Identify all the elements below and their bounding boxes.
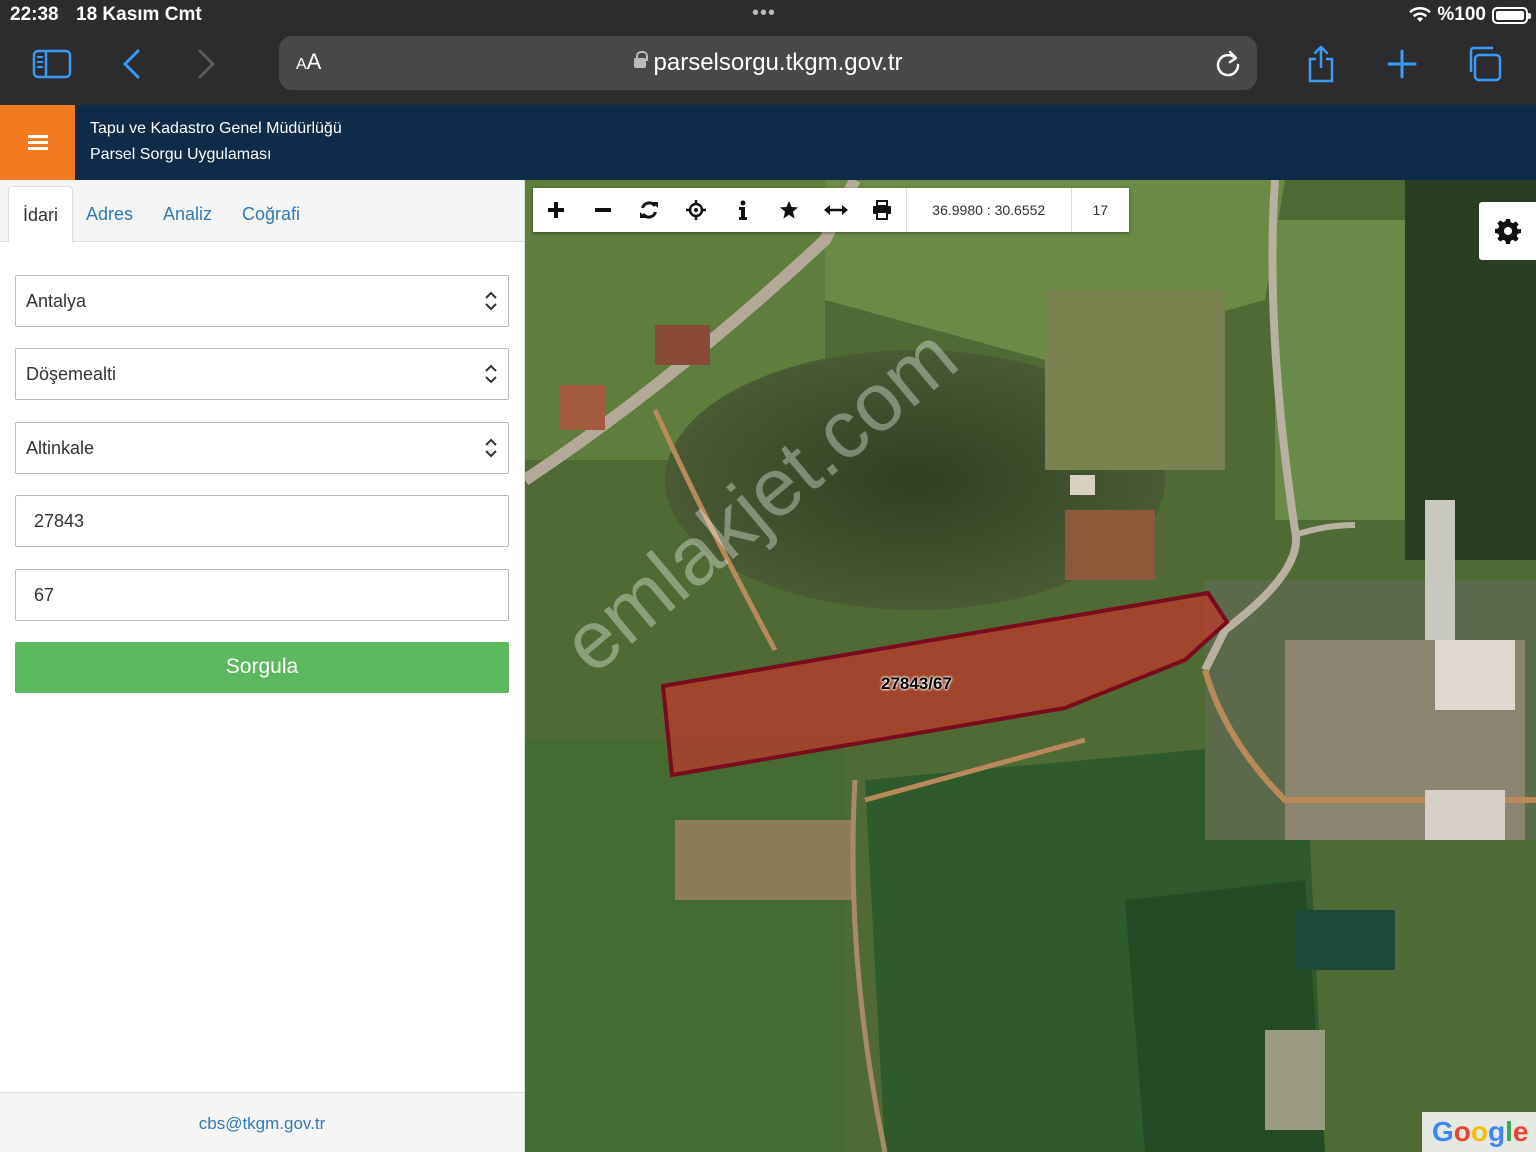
- measure-icon[interactable]: [813, 188, 860, 232]
- status-time: 22:38: [10, 4, 59, 25]
- google-attribution: Google: [1422, 1112, 1536, 1152]
- il-select[interactable]: Antalya: [15, 275, 509, 327]
- menu-icon[interactable]: [0, 105, 75, 180]
- status-date: 18 Kasım Cmt: [76, 4, 202, 25]
- tab-adres[interactable]: Adres: [72, 186, 147, 243]
- il-select-value: Antalya: [26, 291, 87, 311]
- share-icon[interactable]: [1299, 42, 1343, 86]
- star-icon[interactable]: [766, 188, 813, 232]
- ios-status-bar: 22:38 18 Kasım Cmt ••• %100: [0, 0, 1536, 30]
- query-panel: İdari Adres Analiz Coğrafi Antalya Döşem…: [0, 180, 525, 1152]
- back-icon[interactable]: [110, 42, 154, 86]
- battery-icon: [1492, 6, 1531, 24]
- reload-icon[interactable]: [1213, 48, 1243, 78]
- zoom-level-readout: 17: [1070, 188, 1129, 232]
- zoom-out-icon[interactable]: [580, 188, 627, 232]
- sorgula-button[interactable]: Sorgula: [15, 642, 509, 693]
- org-title: Tapu ve Kadastro Genel Müdürlüğü: [90, 120, 342, 137]
- address-bar[interactable]: AA parselsorgu.tkgm.gov.tr: [279, 36, 1257, 90]
- url-text: parselsorgu.tkgm.gov.tr: [279, 49, 1257, 77]
- status-right: %100: [1409, 4, 1531, 26]
- ilce-select[interactable]: Döşemealti: [15, 348, 509, 400]
- zoom-in-icon[interactable]: [533, 188, 580, 232]
- browser-toolbar: AA parselsorgu.tkgm.gov.tr: [0, 30, 1536, 105]
- refresh-icon[interactable]: [626, 188, 673, 232]
- parsel-input[interactable]: 67: [15, 569, 509, 621]
- ilce-select-value: Döşemealti: [26, 364, 117, 384]
- tab-bar: İdari Adres Analiz Coğrafi: [0, 180, 524, 243]
- lock-icon: [633, 51, 648, 68]
- select-chevron-icon: [485, 291, 497, 311]
- coordinate-readout: 36.9980 : 30.6552: [905, 188, 1071, 232]
- mahalle-select[interactable]: Altinkale: [15, 422, 509, 474]
- satellite-imagery: [525, 180, 1536, 1152]
- tab-analiz[interactable]: Analiz: [149, 186, 226, 243]
- mahalle-select-value: Altinkale: [26, 438, 95, 458]
- print-icon[interactable]: [859, 188, 906, 232]
- battery-percent: %100: [1437, 4, 1486, 25]
- locate-icon[interactable]: [673, 188, 720, 232]
- new-tab-icon[interactable]: [1380, 42, 1424, 86]
- map-toolbar: 36.9980 : 30.6552 17: [533, 188, 1129, 232]
- wifi-icon: [1409, 7, 1432, 22]
- sidebar-icon[interactable]: [30, 42, 74, 86]
- tab-idari[interactable]: İdari: [8, 186, 74, 243]
- multitasking-dots-icon[interactable]: •••: [752, 2, 776, 25]
- info-icon[interactable]: [719, 188, 766, 232]
- map-view[interactable]: emlakjet.com 36.9980 : 30.6552 17 27843/…: [525, 180, 1536, 1152]
- tabs-overview-icon[interactable]: [1462, 42, 1506, 86]
- app-header: Tapu ve Kadastro Genel Müdürlüğü Parsel …: [0, 105, 1536, 180]
- ada-input[interactable]: 27843: [15, 495, 509, 547]
- tab-cografi[interactable]: Coğrafi: [228, 186, 314, 243]
- select-chevron-icon: [485, 438, 497, 458]
- gear-icon[interactable]: [1479, 202, 1536, 260]
- select-chevron-icon: [485, 364, 497, 384]
- parcel-label: 27843/67: [881, 674, 952, 693]
- forward-icon[interactable]: [184, 42, 228, 86]
- app-title: Parsel Sorgu Uygulaması: [90, 146, 272, 163]
- contact-email-link[interactable]: cbs@tkgm.gov.tr: [0, 1092, 524, 1152]
